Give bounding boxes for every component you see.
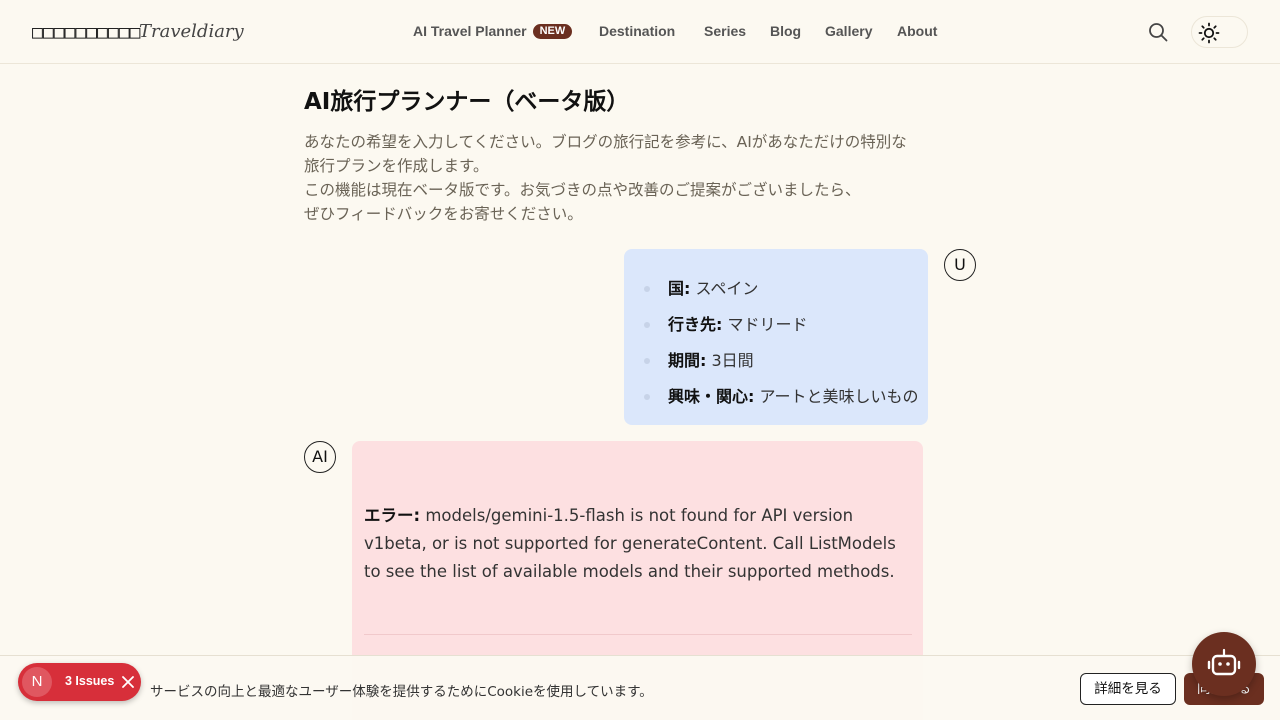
sun-icon [1198,22,1220,44]
item-key: 期間: [668,351,707,370]
cookie-text: サービスの向上と最適なユーザー体験を提供するためにCookieを使用しています。 [150,684,653,700]
list-item: 行き先: マドリード [644,307,928,343]
item-key: 行き先: [668,315,723,334]
robot-icon [1207,648,1241,676]
issues-count[interactable]: 3 Issues [65,674,114,688]
new-badge: NEW [532,24,573,39]
nav-label: AI Travel Planner [413,23,527,39]
item-key: 興味・関心: [668,387,755,406]
nav-series[interactable]: Series [704,21,746,41]
site-header: □□□□□□□□□□ Traveldiary AI Travel Planner… [0,0,1280,64]
error-message: エラー: models/gemini-1.5-flash is not foun… [364,502,912,586]
page-title: AI旅行プランナー（ベータ版） [304,89,630,115]
user-preferences-list: 国: スペイン 行き先: マドリード 期間: 3日間 興味・関心: アートと美味… [624,249,928,415]
site-logo-script[interactable]: Traveldiary [139,21,244,42]
issues-indicator[interactable]: N 3 Issues [18,663,141,701]
cookie-banner: サービスの向上と最適なユーザー体験を提供するためにCookieを使用しています。… [0,655,1280,720]
list-item: 国: スペイン [644,271,928,307]
theme-toggle[interactable] [1191,16,1248,48]
item-value: マドリード [722,315,808,334]
user-message: 国: スペイン 行き先: マドリード 期間: 3日間 興味・関心: アートと美味… [624,249,928,425]
close-icon[interactable] [121,675,135,689]
nav-ai-travel-planner[interactable]: AI Travel Planner NEW [413,21,573,41]
search-icon[interactable] [1147,21,1169,43]
intro-line: 旅行プランを作成します。 [304,157,489,175]
user-avatar: U [944,249,976,281]
divider [364,634,912,635]
chatbot-button[interactable] [1192,632,1256,696]
item-value: アートと美味しいもの [754,387,919,406]
item-key: 国: [668,279,691,298]
site-logo-text[interactable]: □□□□□□□□□□ [32,22,140,43]
nav-destination[interactable]: Destination [599,21,675,41]
ai-avatar: AI [304,441,336,473]
nav-about[interactable]: About [897,21,937,41]
nav-blog[interactable]: Blog [770,21,801,41]
intro-line: あなたの希望を入力してください。ブログの旅行記を参考に、AIがあなただけの特別な [304,133,907,151]
list-item: 興味・関心: アートと美味しいもの [644,379,928,415]
error-label: エラー: [364,506,421,525]
error-text: models/gemini-1.5-flash is not found for… [364,506,896,581]
list-item: 期間: 3日間 [644,343,928,379]
item-value: スペイン [690,279,759,298]
intro-text: あなたの希望を入力してください。ブログの旅行記を参考に、AIがあなただけの特別な… [304,130,944,226]
intro-line: ぜひフィードバックをお寄せください。 [304,205,583,223]
nav-gallery[interactable]: Gallery [825,21,872,41]
intro-line: この機能は現在ベータ版です。お気づきの点や改善のご提案がございましたら、 [304,181,861,199]
cookie-details-button[interactable]: 詳細を見る [1080,673,1176,705]
nextjs-logo-icon: N [22,667,52,697]
item-value: 3日間 [706,351,754,370]
